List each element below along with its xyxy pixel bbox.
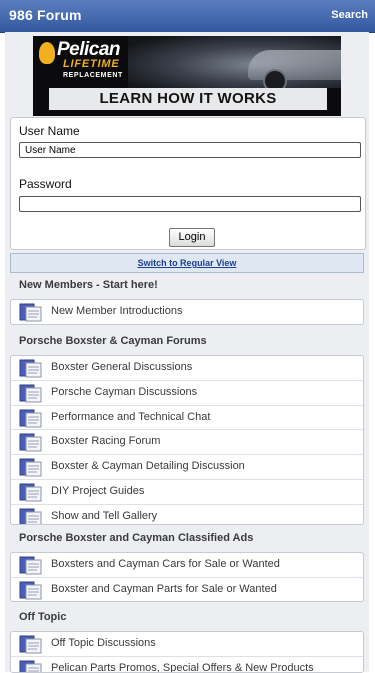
forum-list-new-members: New Member Introductions [10, 299, 364, 325]
forum-link[interactable]: Performance and Technical Chat [51, 411, 210, 423]
forum-row[interactable]: Pelican Parts Promos, Special Offers & N… [11, 657, 363, 672]
forum-link[interactable]: Porsche Cayman Discussions [51, 386, 197, 398]
forum-icon [19, 508, 42, 524]
login-button[interactable]: Login [169, 228, 215, 247]
login-form: User Name User Name Password Login [10, 117, 366, 250]
forum-link[interactable]: Boxster and Cayman Parts for Sale or Wan… [51, 583, 277, 595]
forum-link[interactable]: DIY Project Guides [51, 485, 144, 497]
forum-list-classified-ads: Boxsters and Cayman Cars for Sale or Wan… [10, 552, 364, 602]
forum-row[interactable]: Porsche Cayman Discussions [11, 381, 363, 406]
password-field[interactable] [19, 196, 361, 212]
forum-row[interactable]: New Member Introductions [11, 300, 363, 324]
forum-link[interactable]: Show and Tell Gallery [51, 510, 157, 522]
section-title-new-members: New Members - Start here! [19, 279, 158, 291]
forum-link[interactable]: Pelican Parts Promos, Special Offers & N… [51, 662, 314, 672]
ad-car-photo [128, 36, 341, 93]
switch-view-link[interactable]: Switch to Regular View [10, 253, 364, 273]
forum-icon [19, 303, 42, 322]
forum-link[interactable]: Boxster & Cayman Detailing Discussion [51, 460, 245, 472]
forum-row[interactable]: Boxster General Discussions [11, 356, 363, 381]
forum-link[interactable]: Off Topic Discussions [51, 637, 156, 649]
forum-link[interactable]: Boxsters and Cayman Cars for Sale or Wan… [51, 558, 280, 570]
forum-link[interactable]: Boxster Racing Forum [51, 435, 160, 447]
forum-icon [19, 556, 42, 575]
section-title-off-topic: Off Topic [19, 611, 67, 623]
forum-icon [19, 660, 42, 672]
forum-icon [19, 359, 42, 378]
pelican-logo-icon [39, 42, 55, 64]
ad-tagline: LIFETIME [63, 58, 120, 70]
section-title-boxster-cayman: Porsche Boxster & Cayman Forums [19, 335, 207, 347]
ad-banner[interactable]: Pelican LIFETIME REPLACEMENT LEARN HOW I… [33, 36, 341, 116]
forum-icon [19, 483, 42, 502]
forum-icon [19, 409, 42, 428]
ad-headline: LEARN HOW IT WORKS [49, 88, 327, 110]
forum-row[interactable]: Show and Tell Gallery [11, 505, 363, 524]
forum-icon [19, 458, 42, 477]
search-link[interactable]: Search [331, 9, 368, 21]
ad-subline: REPLACEMENT [63, 72, 123, 79]
password-label: Password [19, 177, 72, 191]
forum-row[interactable]: Boxsters and Cayman Cars for Sale or Wan… [11, 553, 363, 578]
forum-link[interactable]: Boxster General Discussions [51, 361, 192, 373]
section-title-classified-ads: Porsche Boxster and Cayman Classified Ad… [19, 532, 254, 544]
forum-icon [19, 384, 42, 403]
forum-row[interactable]: Boxster Racing Forum [11, 430, 363, 456]
username-label: User Name [19, 124, 80, 138]
top-nav-bar: 986 Forum Search [0, 0, 375, 33]
forum-row[interactable]: Boxster and Cayman Parts for Sale or Wan… [11, 578, 363, 601]
username-field[interactable]: User Name [19, 142, 361, 158]
forum-icon [19, 433, 42, 452]
forum-list-boxster-cayman: Boxster General Discussions Porsche Caym… [10, 355, 364, 525]
forum-row[interactable]: DIY Project Guides [11, 480, 363, 505]
forum-link[interactable]: New Member Introductions [51, 305, 182, 317]
forum-row[interactable]: Off Topic Discussions [11, 632, 363, 657]
forum-icon [19, 581, 42, 600]
forum-title[interactable]: 986 Forum [9, 7, 82, 23]
forum-row[interactable]: Boxster & Cayman Detailing Discussion [11, 455, 363, 480]
forum-row[interactable]: Performance and Technical Chat [11, 406, 363, 431]
forum-icon [19, 635, 42, 654]
